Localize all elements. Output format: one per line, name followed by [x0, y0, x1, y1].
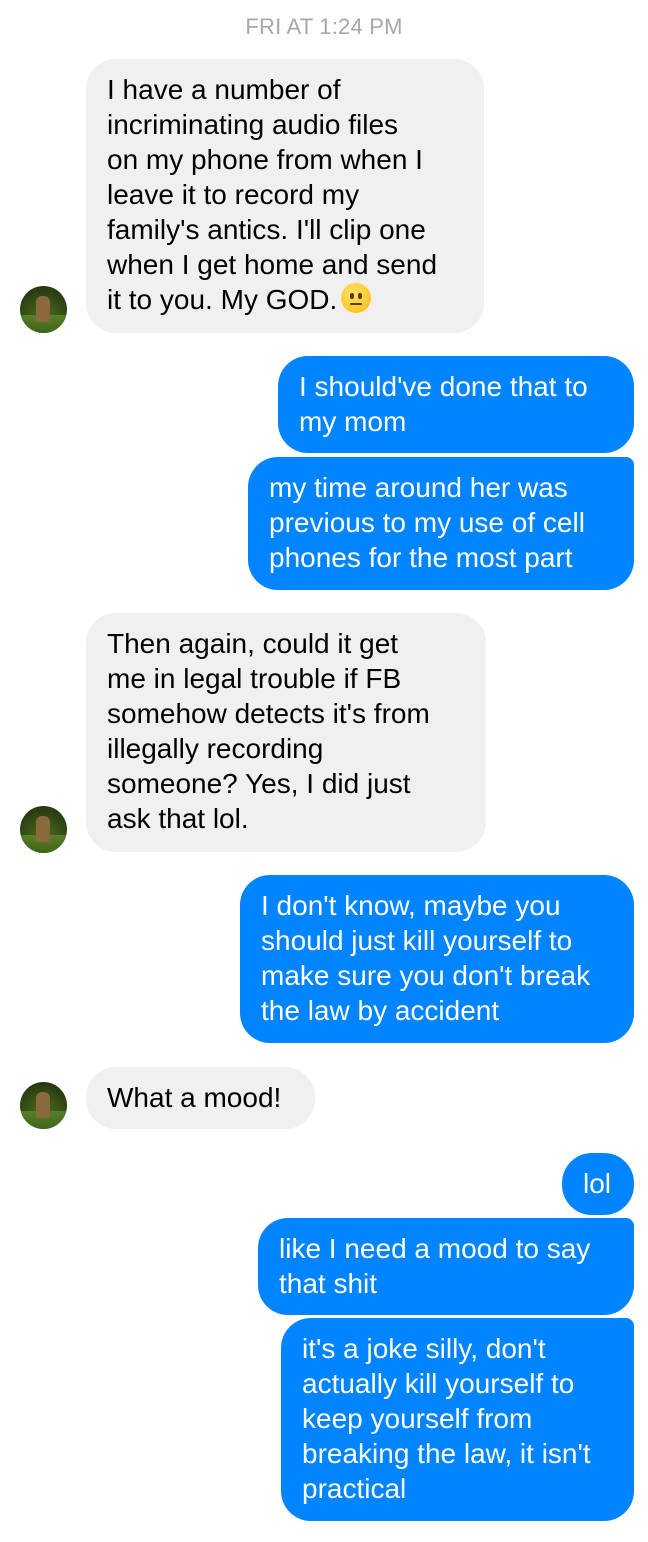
message-text: I don't know, maybe you should just kill… — [261, 890, 591, 1026]
message-bubble-outgoing[interactable]: I don't know, maybe you should just kill… — [240, 875, 634, 1043]
message-bubble-incoming[interactable]: What a mood! — [86, 1067, 315, 1129]
message-bubble-incoming[interactable]: I have a number of incriminating audio f… — [86, 59, 484, 333]
message-bubble-outgoing[interactable]: it's a joke silly, don't actually kill y… — [281, 1318, 634, 1521]
message-text: lol — [583, 1168, 612, 1199]
message-text: I should've done that to my mom — [299, 371, 588, 437]
message-text: my time around her was previous to my us… — [269, 472, 585, 573]
avatar[interactable] — [20, 806, 67, 853]
avatar[interactable] — [20, 286, 67, 333]
message-bubble-outgoing[interactable]: my time around her was previous to my us… — [248, 457, 634, 590]
message-text: Then again, could it get me in legal tro… — [107, 628, 430, 834]
message-text: like I need a mood to say that shit — [279, 1233, 591, 1299]
message-bubble-outgoing[interactable]: lol — [562, 1153, 634, 1215]
neutral-face-emoji — [341, 283, 372, 313]
message-text: I have a number of incriminating audio f… — [107, 74, 438, 315]
message-text: What a mood! — [107, 1082, 282, 1113]
avatar[interactable] — [20, 1082, 67, 1129]
message-text: it's a joke silly, don't actually kill y… — [302, 1333, 591, 1504]
message-bubble-outgoing[interactable]: like I need a mood to say that shit — [258, 1218, 634, 1315]
timestamp: FRI AT 1:24 PM — [245, 14, 403, 39]
message-bubble-outgoing[interactable]: I should've done that to my mom — [278, 356, 634, 453]
message-bubble-incoming[interactable]: Then again, could it get me in legal tro… — [86, 613, 486, 852]
